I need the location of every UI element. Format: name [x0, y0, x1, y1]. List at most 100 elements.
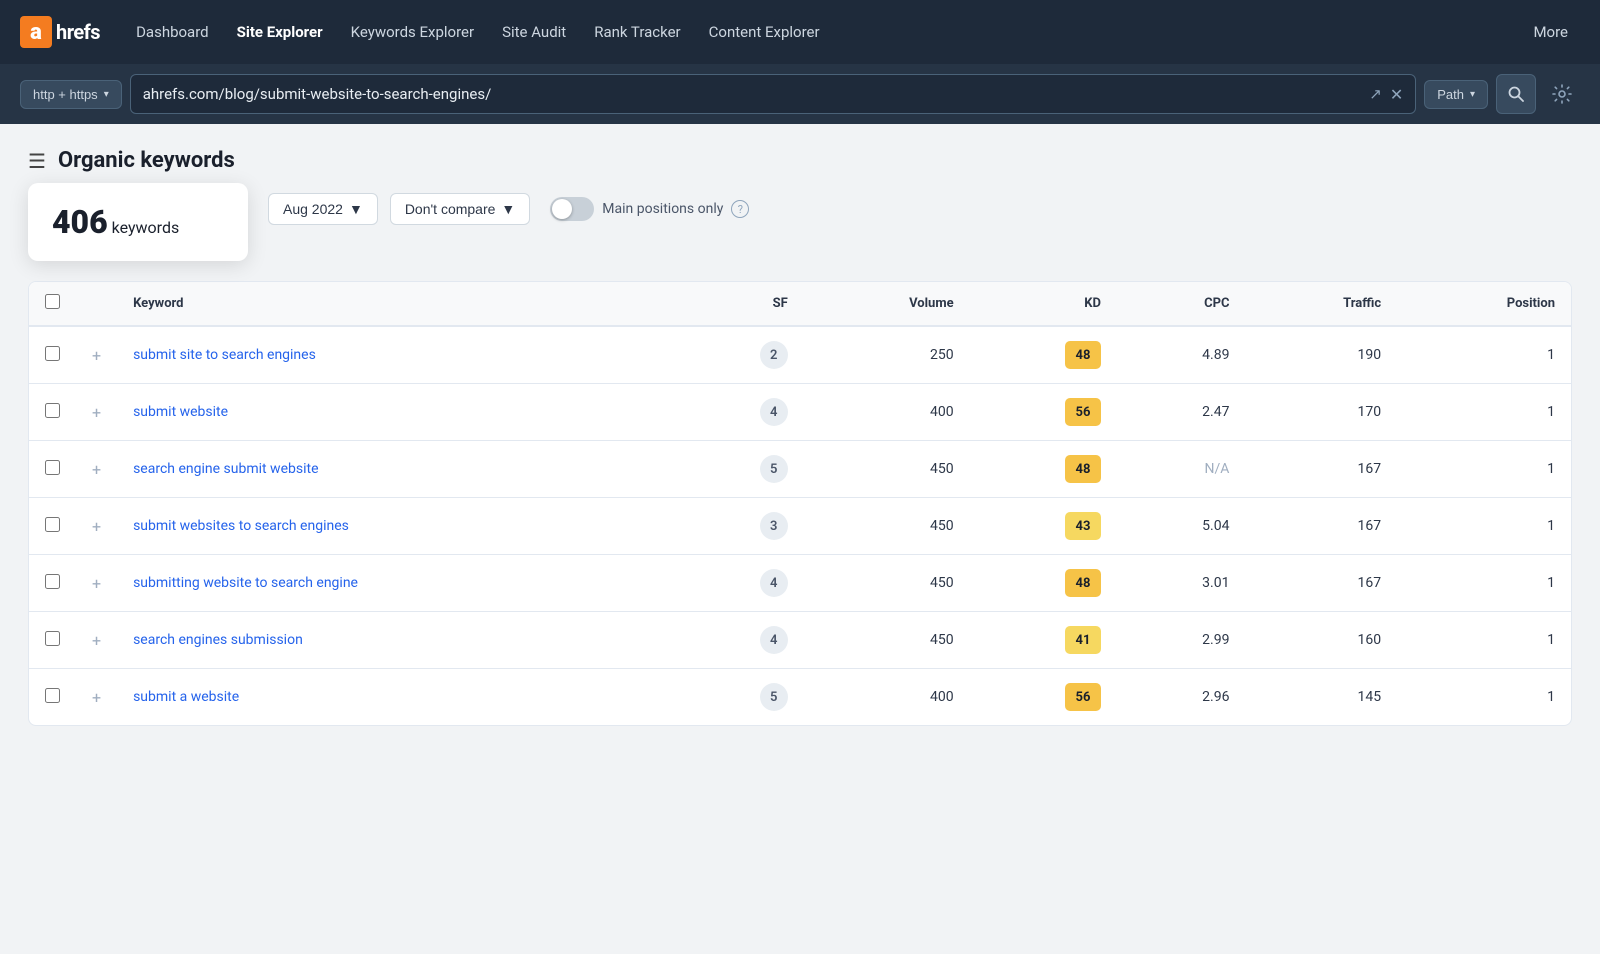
row-add-cell[interactable]: + [76, 326, 117, 384]
sf-badge: 2 [760, 341, 788, 369]
date-filter-button[interactable]: Aug 2022 ▼ [268, 193, 378, 225]
nav-keywords-explorer[interactable]: Keywords Explorer [339, 15, 486, 49]
path-label: Path [1437, 87, 1464, 102]
row-kd-cell: 48 [970, 555, 1117, 612]
row-volume-cell: 450 [804, 555, 970, 612]
row-add-cell[interactable]: + [76, 612, 117, 669]
col-add [76, 282, 117, 326]
protocol-button[interactable]: http + https ▾ [20, 80, 122, 109]
select-all-checkbox[interactable] [45, 294, 60, 309]
row-volume-cell: 450 [804, 498, 970, 555]
logo[interactable]: a hrefs [20, 16, 100, 48]
keyword-count-label: keywords [112, 218, 180, 237]
nav-links: Dashboard Site Explorer Keywords Explore… [124, 15, 1580, 49]
cpc-na: N/A [1205, 461, 1230, 477]
compare-chevron-icon: ▼ [501, 201, 515, 217]
row-position-cell: 1 [1397, 498, 1571, 555]
keyword-link[interactable]: submitting website to search engine [133, 575, 358, 591]
keyword-link[interactable]: submit website [133, 404, 228, 420]
menu-icon[interactable]: ☰ [28, 149, 46, 173]
row-volume-cell: 450 [804, 441, 970, 498]
nav-dashboard[interactable]: Dashboard [124, 15, 221, 49]
nav-site-explorer[interactable]: Site Explorer [225, 15, 335, 49]
row-position-cell: 1 [1397, 326, 1571, 384]
row-volume-cell: 250 [804, 326, 970, 384]
clear-url-icon[interactable]: ✕ [1390, 85, 1403, 104]
row-checkbox-cell [29, 555, 76, 612]
row-checkbox-cell [29, 326, 76, 384]
row-add-cell[interactable]: + [76, 669, 117, 726]
table-body: + submit site to search engines 2 250 48… [29, 326, 1571, 725]
keyword-link[interactable]: search engines submission [133, 632, 303, 648]
url-display[interactable]: ahrefs.com/blog/submit-website-to-search… [143, 85, 1362, 103]
row-cpc-cell: 3.01 [1117, 555, 1245, 612]
top-navigation: a hrefs Dashboard Site Explorer Keywords… [0, 0, 1600, 64]
row-add-cell[interactable]: + [76, 441, 117, 498]
toggle-knob [552, 199, 572, 219]
table-row: + submitting website to search engine 4 … [29, 555, 1571, 612]
nav-content-explorer[interactable]: Content Explorer [697, 15, 832, 49]
external-link-icon[interactable]: ↗ [1369, 85, 1382, 103]
protocol-chevron-icon: ▾ [104, 89, 109, 100]
main-positions-label: Main positions only [602, 201, 723, 217]
row-kd-cell: 43 [970, 498, 1117, 555]
row-checkbox-cell [29, 612, 76, 669]
row-kd-cell: 48 [970, 441, 1117, 498]
table-row: + search engine submit website 5 450 48 … [29, 441, 1571, 498]
row-checkbox[interactable] [45, 574, 60, 589]
kd-badge: 48 [1065, 569, 1101, 597]
row-kd-cell: 48 [970, 326, 1117, 384]
nav-site-audit[interactable]: Site Audit [490, 15, 578, 49]
url-input-container: ahrefs.com/blog/submit-website-to-search… [130, 74, 1417, 114]
table-row: + submit websites to search engines 3 45… [29, 498, 1571, 555]
sf-badge: 4 [760, 626, 788, 654]
main-positions-toggle-wrap: Main positions only ? [550, 197, 749, 221]
row-keyword-cell: submit site to search engines [117, 326, 674, 384]
col-volume: Volume [804, 282, 970, 326]
settings-button[interactable] [1544, 76, 1580, 112]
row-sf-cell: 5 [674, 669, 804, 726]
row-keyword-cell: submit websites to search engines [117, 498, 674, 555]
row-checkbox[interactable] [45, 688, 60, 703]
row-traffic-cell: 167 [1245, 441, 1397, 498]
compare-button[interactable]: Don't compare ▼ [390, 193, 530, 225]
row-checkbox[interactable] [45, 631, 60, 646]
kd-badge: 43 [1065, 512, 1101, 540]
row-add-cell[interactable]: + [76, 555, 117, 612]
row-checkbox[interactable] [45, 517, 60, 532]
col-keyword: Keyword [117, 282, 674, 326]
row-sf-cell: 2 [674, 326, 804, 384]
row-checkbox[interactable] [45, 403, 60, 418]
row-cpc-cell: 5.04 [1117, 498, 1245, 555]
row-add-cell[interactable]: + [76, 498, 117, 555]
row-position-cell: 1 [1397, 384, 1571, 441]
toolbar-row: 406 keywords Aug 2022 ▼ Don't compare ▼ … [28, 193, 1572, 225]
help-icon[interactable]: ? [731, 200, 749, 218]
search-button[interactable] [1496, 74, 1536, 114]
row-checkbox-cell [29, 669, 76, 726]
main-positions-toggle[interactable] [550, 197, 594, 221]
row-traffic-cell: 170 [1245, 384, 1397, 441]
path-button[interactable]: Path ▾ [1424, 80, 1488, 109]
keyword-link[interactable]: submit a website [133, 689, 239, 705]
row-checkbox-cell [29, 384, 76, 441]
sf-badge: 5 [760, 455, 788, 483]
keyword-link[interactable]: submit websites to search engines [133, 518, 349, 534]
url-bar: http + https ▾ ahrefs.com/blog/submit-we… [0, 64, 1600, 124]
keyword-link[interactable]: search engine submit website [133, 461, 318, 477]
row-cpc-cell: 2.99 [1117, 612, 1245, 669]
row-checkbox[interactable] [45, 460, 60, 475]
row-volume-cell: 400 [804, 384, 970, 441]
row-position-cell: 1 [1397, 669, 1571, 726]
nav-more[interactable]: More [1521, 15, 1580, 49]
nav-rank-tracker[interactable]: Rank Tracker [582, 15, 692, 49]
keyword-link[interactable]: submit site to search engines [133, 347, 316, 363]
row-add-cell[interactable]: + [76, 384, 117, 441]
row-checkbox[interactable] [45, 346, 60, 361]
row-keyword-cell: search engine submit website [117, 441, 674, 498]
logo-text: hrefs [56, 20, 100, 44]
row-checkbox-cell [29, 498, 76, 555]
page-header: ☰ Organic keywords [28, 148, 1572, 173]
col-sf: SF [674, 282, 804, 326]
table-row: + search engines submission 4 450 41 2.9… [29, 612, 1571, 669]
